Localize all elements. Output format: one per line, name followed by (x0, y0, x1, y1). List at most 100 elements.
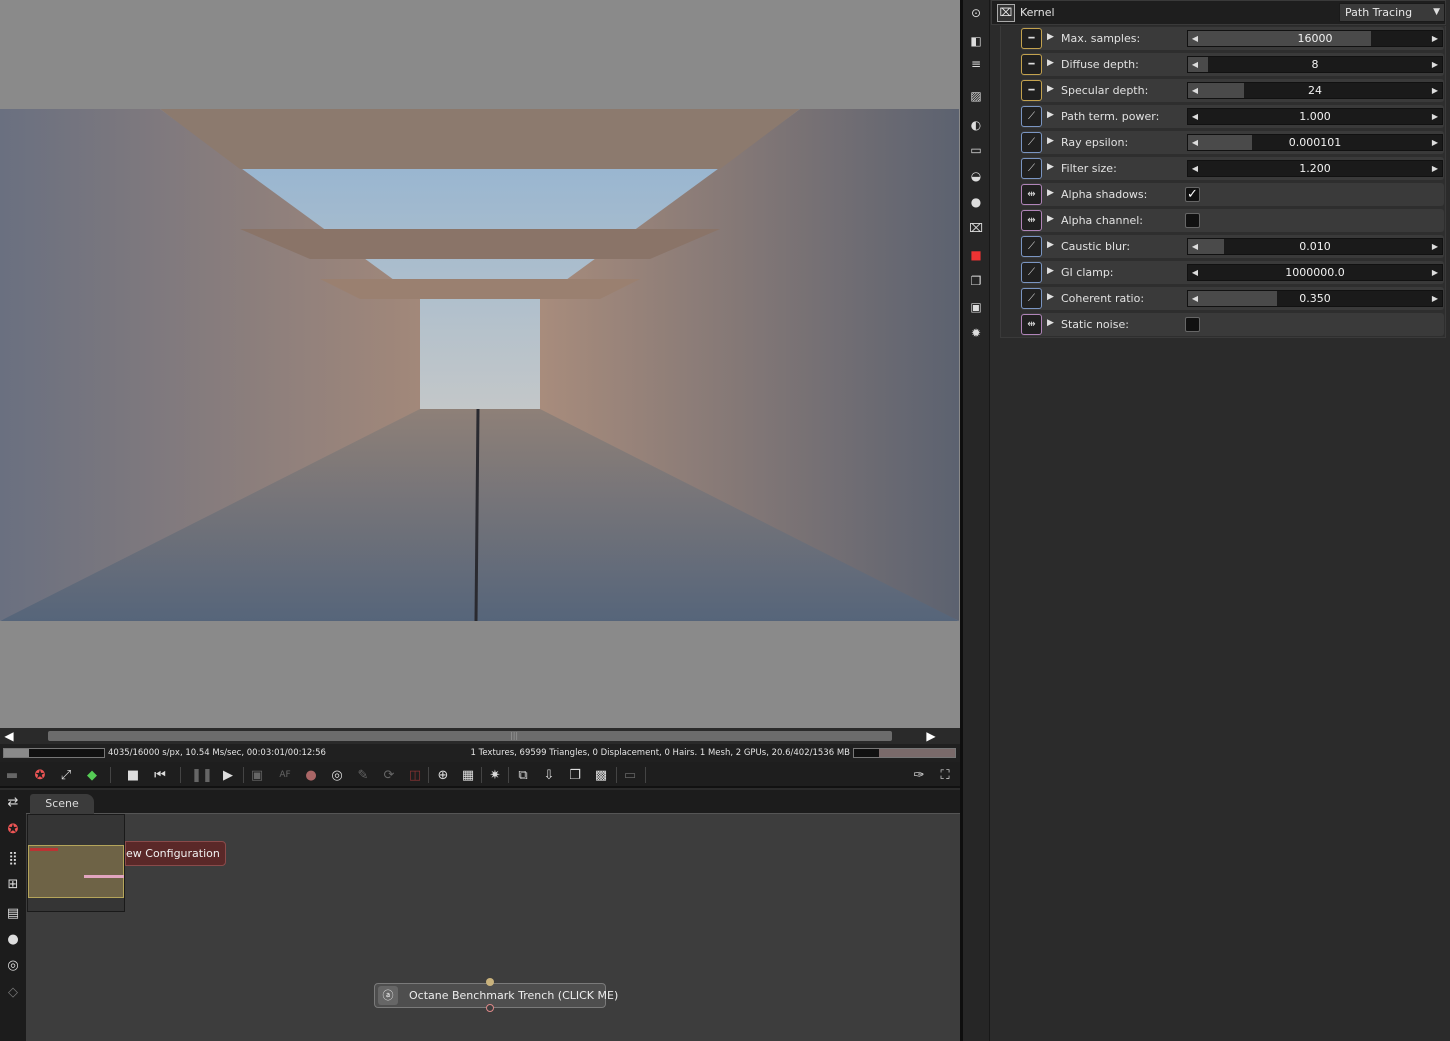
increment-arrow-icon[interactable]: ▶ (1428, 31, 1442, 46)
start-render-button[interactable]: ▶ (219, 766, 237, 784)
zoom-fit-icon[interactable]: ⤢ (57, 766, 75, 784)
increment-arrow-icon[interactable]: ▶ (1428, 135, 1442, 150)
pin-type-icon[interactable]: ⟋ (1021, 158, 1042, 179)
recenter-graph-icon[interactable]: ✪ (4, 821, 22, 839)
light-icon[interactable]: ✹ (967, 324, 985, 342)
expand-caret-icon[interactable]: ▶ (1047, 188, 1054, 198)
property-value[interactable]: 1.200 (1188, 162, 1442, 175)
pin-type-icon[interactable]: ━ (1021, 80, 1042, 101)
scroll-right-arrow[interactable]: ▶ (924, 729, 938, 743)
expand-caret-icon[interactable]: ▶ (1047, 110, 1054, 120)
property-slider[interactable]: ◀ 0.010 ▶ (1187, 238, 1443, 255)
kernel-row-diffuse-depth[interactable]: ━ ▶ Diffuse depth: ◀ 8 ▶ (1021, 53, 1444, 76)
kernel-row-ray-epsilon[interactable]: ⟋ ▶ Ray epsilon: ◀ 0.000101 ▶ (1021, 131, 1444, 154)
pin-type-icon[interactable]: ⟋ (1021, 262, 1042, 283)
layers-icon[interactable]: ◧ (967, 32, 985, 50)
ungroup-items-icon[interactable]: ⊞ (4, 876, 22, 894)
kernel-type-dropdown[interactable]: Path Tracing ▼ (1339, 3, 1445, 22)
restart-render-button[interactable]: ⏮ (151, 766, 169, 784)
scroll-left-arrow[interactable]: ◀ (2, 729, 16, 743)
property-slider[interactable]: ◀ 1000000.0 ▶ (1187, 264, 1443, 281)
expand-caret-icon[interactable]: ▶ (1047, 136, 1054, 146)
expand-caret-icon[interactable]: ▶ (1047, 318, 1054, 328)
save-render-icon[interactable]: ▬ (3, 766, 21, 784)
kernel-row-alpha-shadows[interactable]: ⇹ ▶ Alpha shadows: ✓ (1021, 183, 1444, 206)
increment-arrow-icon[interactable]: ▶ (1428, 161, 1442, 176)
increment-arrow-icon[interactable]: ▶ (1428, 291, 1442, 306)
pin-type-icon[interactable]: ⟋ (1021, 132, 1042, 153)
subsample-icon[interactable]: ▦ (459, 766, 477, 784)
tab-scene[interactable]: Scene (30, 794, 94, 814)
property-slider[interactable]: ◀ 16000 ▶ (1187, 30, 1443, 47)
rearrange-nodes-icon[interactable]: ⇄ (4, 794, 22, 812)
save-image-icon[interactable]: ⇩ (540, 766, 558, 784)
property-value[interactable]: 1.000 (1188, 110, 1442, 123)
copy-to-clipboard-icon[interactable]: ⧉ (514, 766, 532, 784)
expand-caret-icon[interactable]: ▶ (1047, 84, 1054, 94)
kernel-row-max-samples[interactable]: ━ ▶ Max. samples: ◀ 16000 ▶ (1021, 27, 1444, 50)
environment-icon[interactable]: ◒ (967, 167, 985, 185)
settings-wrench-icon[interactable]: ✑ (910, 766, 928, 784)
minimap-viewport[interactable] (28, 845, 124, 898)
property-value[interactable]: 8 (1188, 58, 1442, 71)
property-slider[interactable]: ◀ 0.350 ▶ (1187, 290, 1443, 307)
texture-icon[interactable]: ▣ (967, 298, 985, 316)
image-icon[interactable]: ▨ (967, 87, 985, 105)
pin-type-icon[interactable]: ⟋ (1021, 106, 1042, 127)
decal-wireframe-icon[interactable]: ✷ (486, 766, 504, 784)
material-node-icon[interactable]: ● (4, 931, 22, 949)
property-slider[interactable]: ◀ 24 ▶ (1187, 82, 1443, 99)
property-slider[interactable]: ◀ 0.000101 ▶ (1187, 134, 1443, 151)
kernel-row-caustic-blur[interactable]: ⟋ ▶ Caustic blur: ◀ 0.010 ▶ (1021, 235, 1444, 258)
expand-caret-icon[interactable]: ▶ (1047, 58, 1054, 68)
property-value[interactable]: 0.350 (1188, 292, 1442, 305)
white-point-picker-icon[interactable]: ✎ (354, 766, 372, 784)
property-value[interactable]: 0.010 (1188, 240, 1442, 253)
property-checkbox[interactable]: ✓ (1185, 187, 1200, 202)
increment-arrow-icon[interactable]: ▶ (1428, 57, 1442, 72)
material-picker-icon[interactable]: ● (302, 766, 320, 784)
pin-type-icon[interactable]: ⟋ (1021, 288, 1042, 309)
af-focus-icon[interactable]: AF (276, 766, 294, 784)
property-slider[interactable]: ◀ 8 ▶ (1187, 56, 1443, 73)
property-value[interactable]: 1000000.0 (1188, 266, 1442, 279)
realtime-mode-icon[interactable]: ▣ (248, 766, 266, 784)
group-items-icon[interactable]: ⣿ (4, 850, 22, 868)
node-output-pin[interactable] (486, 1004, 494, 1012)
render-viewport[interactable] (0, 0, 960, 728)
graph-minimap[interactable] (27, 814, 125, 912)
kernel-row-path-term-power[interactable]: ⟋ ▶ Path term. power: ◀ 1.000 ▶ (1021, 105, 1444, 128)
expand-caret-icon[interactable]: ▶ (1047, 266, 1054, 276)
show-node-preview-icon[interactable]: ▤ (4, 905, 22, 923)
viewer-horizontal-scrollbar[interactable]: ◀ ||| ▶ (0, 728, 960, 744)
kernel-row-specular-depth[interactable]: ━ ▶ Specular depth: ◀ 24 ▶ (1021, 79, 1444, 102)
expand-caret-icon[interactable]: ▶ (1047, 32, 1054, 42)
kernel-row-coherent-ratio[interactable]: ⟋ ▶ Coherent ratio: ◀ 0.350 ▶ (1021, 287, 1444, 310)
clay-mode-icon[interactable]: ⊕ (434, 766, 452, 784)
property-value[interactable]: 24 (1188, 84, 1442, 97)
pin-type-icon[interactable]: ⟋ (1021, 236, 1042, 257)
property-checkbox[interactable] (1185, 213, 1200, 228)
render-region-icon[interactable]: ◫ (406, 766, 424, 784)
material-icon[interactable]: ● (967, 193, 985, 211)
object-picker-icon[interactable]: ◎ (328, 766, 346, 784)
camera-target-icon[interactable]: ⟳ (380, 766, 398, 784)
increment-arrow-icon[interactable]: ▶ (1428, 109, 1442, 124)
expand-caret-icon[interactable]: ▶ (1047, 292, 1054, 302)
geometry-node-icon[interactable]: ◇ (4, 984, 22, 1002)
property-checkbox[interactable] (1185, 317, 1200, 332)
property-slider[interactable]: ◀ 1.000 ▶ (1187, 108, 1443, 125)
increment-arrow-icon[interactable]: ▶ (1428, 83, 1442, 98)
pin-type-icon[interactable]: ━ (1021, 54, 1042, 75)
outliner-icon[interactable]: ≡ (967, 55, 985, 73)
recenter-view-icon[interactable]: ✪ (31, 766, 49, 784)
render-passes-icon[interactable]: ❐ (566, 766, 584, 784)
render-configuration-node[interactable]: ew Configuration (125, 841, 226, 866)
scrollbar-thumb[interactable]: ||| (48, 731, 892, 741)
expand-caret-icon[interactable]: ▶ (1047, 162, 1054, 172)
camera-icon[interactable]: ◐ (967, 116, 985, 134)
kernel-icon[interactable]: ⌧ (967, 219, 985, 237)
pause-render-button[interactable]: ❚❚ (191, 766, 213, 784)
kernel-row-filter-size[interactable]: ⟋ ▶ Filter size: ◀ 1.200 ▶ (1021, 157, 1444, 180)
property-value[interactable]: 16000 (1188, 32, 1442, 45)
